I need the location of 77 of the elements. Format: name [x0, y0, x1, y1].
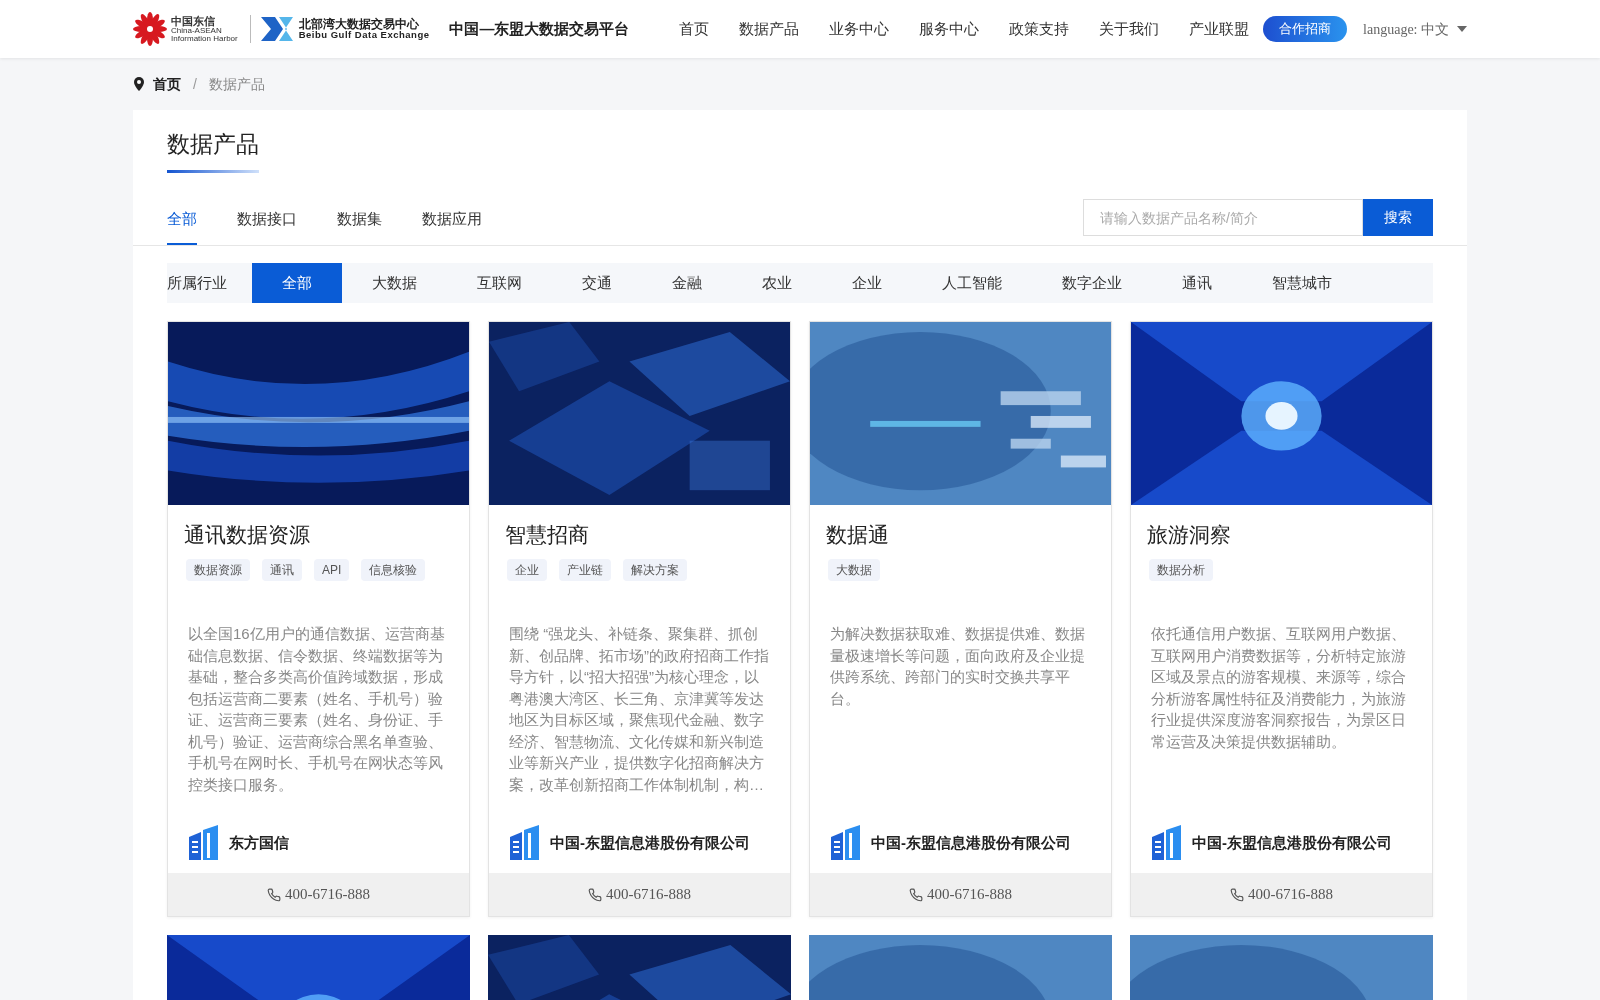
company-name: 东方国信: [229, 832, 289, 853]
card-title: 旅游洞察: [1147, 522, 1232, 548]
logo-caption: Information Harbor: [171, 34, 238, 43]
company-name: 中国-东盟信息港股份有限公司: [871, 832, 1071, 853]
company-name: 中国-东盟信息港股份有限公司: [550, 832, 750, 853]
industry-filter[interactable]: 企业: [822, 263, 912, 303]
search-field[interactable]: 请输入数据产品名称/简介: [1083, 199, 1363, 236]
nav-link[interactable]: 服务中心: [919, 17, 980, 41]
card-description: 以全国16亿用户的通信数据、运营商基础信息数据、信令数据、终端数据等为基础，整合多类高价值跨域数据，形成包括运营商二要素（姓名、手机号）验证、运营商三要素（姓名、身份证、手机号）验证、运营商综合黑名单查验、手机号在网时长、手机号在网状态等风控类接口服务。: [187, 624, 446, 795]
phone-number: 400-6716-888: [927, 885, 1012, 905]
tag: 产业链: [559, 559, 611, 581]
card-title: 智慧招商: [505, 522, 590, 548]
logo-title: 北部湾大数据交易中心: [298, 18, 419, 31]
product-card[interactable]: 旅游洞察 数据分析 依托通信用户数据、互联网用户数据、互联网用户消费数据等，分析特定旅游区域及景点的游客规模、来源等，综合分析游客属性特征及消费能力，为旅游行业提供深度游客洞察报告，为景区日常运营及决策提供数据辅助。 中国-东盟信息港股份有限公司 400-6716-888: [1130, 321, 1433, 917]
building-icon: [1151, 825, 1184, 861]
building-icon: [509, 825, 542, 861]
phone-icon: [909, 887, 923, 902]
building-icon: [188, 825, 221, 861]
product-card[interactable]: 数据通 大数据 为解决数据获取难、数据提供难、数据量极速增长等问题，面向政府及企业提供跨系统、跨部门的实时交换共享平台。 中国-东盟信息港股份有限公司 400-6716-888: [809, 321, 1112, 917]
building-icon: [830, 825, 863, 861]
search-button[interactable]: 搜索: [1363, 199, 1433, 236]
company-name: 中国-东盟信息港股份有限公司: [1192, 832, 1392, 853]
language-dropdown[interactable]: language: 中文: [1363, 18, 1467, 40]
card-title: 通讯数据资源: [184, 522, 311, 548]
industry-filter[interactable]: 大数据: [342, 263, 447, 303]
nav-link[interactable]: 首页: [679, 17, 710, 41]
product-card[interactable]: 通讯数据资源 数据资源 通讯 API 信息核验 以全国16亿用户的通信数据、运营商基础信息数据、信令数据、终端数据等为基础，整合多类高价值跨域数据，形成包括运营商二要素（姓名、手机号）验证、运营商三要素（姓名、身份证、手机号）验证、运营商综合黑名单查验、手机号在网时长、手机号在网状态等风控类接口服务。 东方国信 400-6716-888: [167, 321, 470, 917]
phone-number: 400-6716-888: [285, 885, 370, 905]
breadcrumb-link[interactable]: 首页: [153, 73, 181, 95]
industry-label: 所属行业: [167, 272, 228, 293]
card-description: 依托通信用户数据、互联网用户数据、互联网用户消费数据等，分析特定旅游区域及景点的游客规模、来源等，综合分析游客属性特征及消费能力，为旅游行业提供深度游客洞察报告，为景区日常运营及决策提供数据辅助。: [1150, 624, 1407, 752]
phone-icon: [267, 887, 281, 902]
tag: 大数据: [828, 559, 880, 581]
category-tab[interactable]: 数据接口: [237, 207, 297, 245]
nav-link[interactable]: 政策支持: [1009, 17, 1070, 41]
tag: 企业: [507, 559, 547, 581]
nav-link[interactable]: 数据产品: [739, 17, 800, 41]
flower-logo-icon: [133, 12, 167, 46]
logo-subtitle: Beibu Gulf Data Exchange: [298, 30, 430, 40]
logo-subtitle: China-ASEAN: [171, 26, 223, 35]
industry-filter[interactable]: 农业: [732, 263, 822, 303]
tag: 信息核验: [361, 559, 426, 581]
nav-link[interactable]: 业务中心: [829, 17, 890, 41]
industry-filter[interactable]: 人工智能: [912, 263, 1032, 303]
industry-filter[interactable]: 交通: [552, 263, 642, 303]
nav-link[interactable]: 关于我们: [1099, 17, 1160, 41]
card-title: 数据通: [826, 522, 890, 548]
industry-filter[interactable]: 互联网: [447, 263, 552, 303]
category-tab[interactable]: 数据应用: [422, 207, 482, 245]
industry-filter[interactable]: 通讯: [1152, 263, 1242, 303]
breadcrumb-separator: /: [192, 74, 198, 94]
phone-number: 400-6716-888: [1248, 885, 1333, 905]
x-logo-icon: [258, 15, 295, 43]
phone-icon: [588, 887, 602, 902]
phone-icon: [1230, 887, 1244, 902]
platform-title: 中国—东盟大数据交易平台: [449, 18, 630, 39]
category-tab[interactable]: 全部: [167, 207, 197, 245]
tag: 数据资源: [186, 559, 250, 581]
industry-filter[interactable]: 智慧城市: [1242, 263, 1362, 303]
location-pin-icon: [133, 77, 145, 91]
tag: 数据分析: [1149, 559, 1213, 581]
caret-icon: [1457, 26, 1467, 32]
nav-link[interactable]: 产业联盟: [1189, 17, 1250, 41]
phone-number: 400-6716-888: [606, 885, 691, 905]
tag: 通讯: [262, 559, 302, 581]
card-description: 围绕 “强龙头、补链条、聚集群、抓创新、创品牌、拓市场”的政府招商工作指导方针，以“招大招强”为核心理念，以粤港澳大湾区、长三角、京津冀等发达地区为目标区域，聚焦现代金融、数字经济、智慧物流、文化传媒和新兴制造业等新兴产业，提供数字化招商解决方案，改革创新招商工作体制机制，构…: [508, 624, 770, 795]
category-tab[interactable]: 数据集: [337, 207, 382, 245]
industry-filter[interactable]: 金融: [642, 263, 732, 303]
industry-filter[interactable]: 全部: [252, 263, 342, 303]
card-description: 为解决数据获取难、数据提供难、数据量极速增长等问题，面向政府及企业提供跨系统、跨部门的实时交换共享平台。: [829, 624, 1086, 709]
industry-filter[interactable]: 数字企业: [1032, 263, 1152, 303]
page-title: 数据产品: [167, 130, 259, 159]
tag: 解决方案: [623, 559, 687, 581]
logo-title: 中国东信: [171, 15, 216, 27]
tag: API: [314, 559, 350, 581]
partner-button[interactable]: 合作招商: [1263, 16, 1348, 42]
product-card[interactable]: 智慧招商 企业 产业链 解决方案 围绕 “强龙头、补链条、聚集群、抓创新、创品牌、拓市场”的政府招商工作指导方针，以“招大招强”为核心理念，以粤港澳大湾区、长三角、京津冀等发达地区为目标区域，聚焦现代金融、数字经济、智慧物流、文化传媒和新兴制造业等新兴产业，提供数字化招商解决方案，改革创新招商工作体制机制，构… 中国-东盟信息港股份有限公司 400-6716-888: [488, 321, 791, 917]
